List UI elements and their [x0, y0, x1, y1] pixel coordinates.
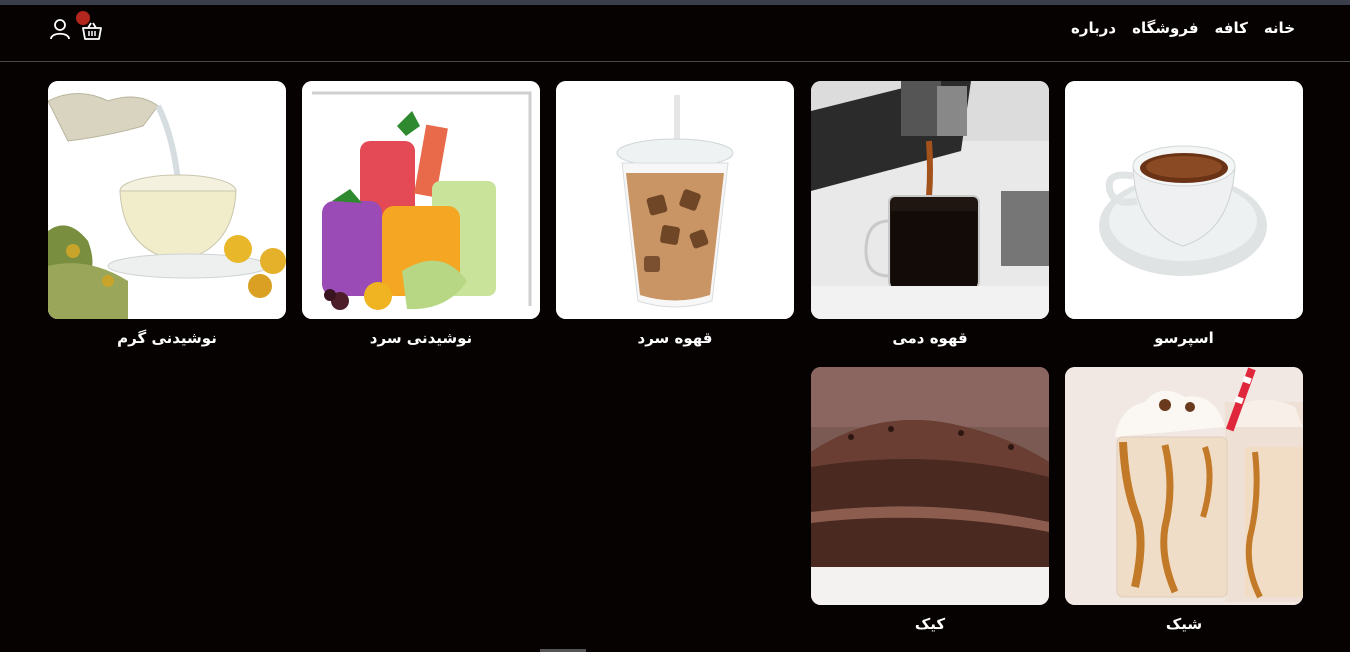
category-label: کیک	[914, 615, 946, 633]
category-card-shake[interactable]: شیک	[1065, 367, 1303, 633]
cold-coffee-image	[556, 81, 794, 319]
category-label: نوشیدنی سرد	[369, 329, 473, 347]
nav-item-cafe[interactable]: کافه	[1215, 19, 1248, 37]
category-label: نوشیدنی گرم	[117, 329, 217, 347]
header-icons	[48, 11, 108, 45]
espresso-image	[1065, 81, 1303, 319]
cold-drinks-image	[302, 81, 540, 319]
category-label: قهوه سرد	[637, 329, 713, 347]
nav-item-home[interactable]: خانه	[1264, 19, 1295, 37]
category-card-brewed-coffee[interactable]: قهوه دمی	[811, 81, 1049, 347]
category-card-cake[interactable]: کیک	[811, 367, 1049, 633]
category-label: اسپرسو	[1154, 329, 1214, 347]
category-label: شیک	[1165, 615, 1203, 633]
nav-item-shop[interactable]: فروشگاه	[1132, 19, 1198, 37]
cart-badge	[76, 11, 90, 25]
category-card-espresso[interactable]: اسپرسو	[1065, 81, 1303, 347]
main-nav: خانه کافه فروشگاه درباره	[1071, 19, 1295, 37]
shake-image	[1065, 367, 1303, 605]
category-card-hot-drinks[interactable]: نوشیدنی گرم	[48, 81, 286, 347]
cake-image	[811, 367, 1049, 605]
category-label: قهوه دمی	[892, 329, 968, 347]
site-header: خانه کافه فروشگاه درباره	[0, 5, 1350, 62]
hot-drinks-image	[48, 81, 286, 319]
category-card-cold-drinks[interactable]: نوشیدنی سرد	[302, 81, 540, 347]
user-icon[interactable]	[48, 17, 72, 41]
brewed-coffee-image	[811, 81, 1049, 319]
category-card-cold-coffee[interactable]: قهوه سرد	[556, 81, 794, 347]
nav-item-about[interactable]: درباره	[1071, 19, 1116, 37]
